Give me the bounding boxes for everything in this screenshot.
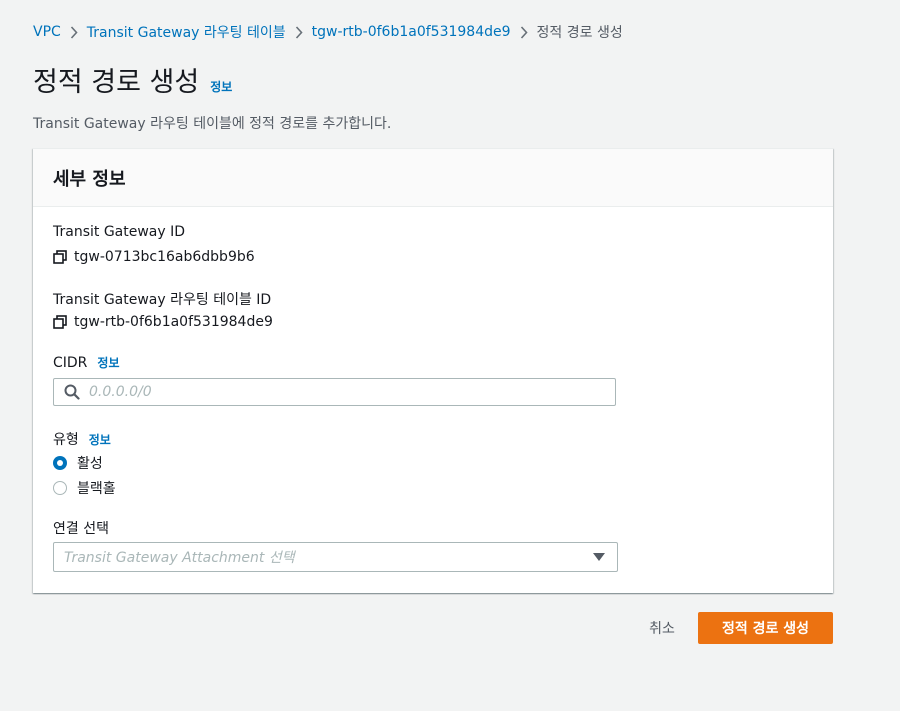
breadcrumb: VPC Transit Gateway 라우팅 테이블 tgw-rtb-0f6b…	[33, 22, 623, 42]
attachment-select[interactable]: Transit Gateway Attachment 선택	[53, 542, 618, 572]
copy-icon[interactable]	[53, 315, 67, 329]
tgw-rtb-id-row: tgw-rtb-0f6b1a0f531984de9	[53, 314, 273, 330]
cidr-input-box	[53, 378, 616, 406]
page-header: 정적 경로 생성 정보	[33, 60, 232, 99]
details-card-title: 세부 정보	[53, 168, 126, 190]
chevron-right-icon	[61, 25, 87, 39]
page-info-link[interactable]: 정보	[210, 78, 232, 95]
chevron-right-icon	[511, 25, 537, 39]
tgw-id-label: Transit Gateway ID	[53, 224, 186, 240]
radio-blackhole-button[interactable]	[53, 481, 67, 495]
cidr-label: CIDR	[53, 354, 88, 371]
type-label-row: 유형 정보	[53, 429, 111, 449]
cidr-info-link[interactable]: 정보	[97, 354, 119, 371]
details-card-header: 세부 정보	[33, 149, 833, 207]
caret-down-icon	[593, 553, 605, 561]
tgw-id-row: tgw-0713bc16ab6dbb9b6	[53, 249, 255, 265]
radio-option-active[interactable]: 활성	[53, 453, 103, 473]
page-description: Transit Gateway 라우팅 테이블에 정적 경로를 추가합니다.	[33, 116, 392, 132]
type-info-link[interactable]: 정보	[89, 431, 111, 448]
radio-option-blackhole[interactable]: 블랙홀	[53, 478, 116, 498]
radio-active-label: 활성	[77, 456, 103, 472]
page-title: 정적 경로 생성	[33, 67, 200, 98]
tgw-rtb-id-value: tgw-rtb-0f6b1a0f531984de9	[74, 314, 273, 330]
type-label: 유형	[53, 432, 79, 448]
search-icon	[64, 384, 80, 400]
cidr-label-row: CIDR 정보	[53, 354, 120, 371]
details-card: 세부 정보 Transit Gateway ID tgw-0713bc16ab6…	[33, 148, 833, 593]
breadcrumb-item-tgw-route-tables[interactable]: Transit Gateway 라우팅 테이블	[87, 22, 286, 42]
cancel-button[interactable]: 취소	[636, 612, 688, 644]
breadcrumb-item-vpc[interactable]: VPC	[33, 24, 61, 40]
attachment-select-placeholder: Transit Gateway Attachment 선택	[64, 550, 295, 566]
breadcrumb-current: 정적 경로 생성	[536, 25, 623, 41]
radio-blackhole-label: 블랙홀	[77, 481, 116, 497]
breadcrumb-item-route-table-id[interactable]: tgw-rtb-0f6b1a0f531984de9	[312, 24, 511, 40]
create-static-route-button[interactable]: 정적 경로 생성	[698, 612, 833, 644]
cidr-input[interactable]	[89, 379, 615, 405]
chevron-right-icon	[286, 25, 312, 39]
copy-icon[interactable]	[53, 250, 67, 264]
radio-active-button[interactable]	[53, 456, 67, 470]
attachment-label: 연결 선택	[53, 521, 109, 537]
tgw-rtb-id-label: Transit Gateway 라우팅 테이블 ID	[53, 292, 272, 308]
tgw-id-value: tgw-0713bc16ab6dbb9b6	[74, 249, 255, 265]
